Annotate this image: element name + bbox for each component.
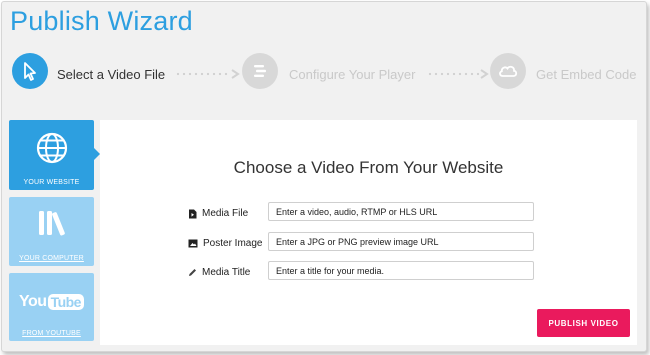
chevron-right-icon <box>231 69 240 79</box>
chevron-right-icon <box>480 69 489 79</box>
media-file-input[interactable] <box>268 202 534 221</box>
step-connector <box>427 72 481 76</box>
field-label: Media Title <box>202 267 251 278</box>
media-title-label: Media Title <box>188 267 250 278</box>
field-label: Media File <box>202 208 249 219</box>
tab-from-youtube[interactable]: You Tube FROM YOUTUBE <box>9 273 94 341</box>
poster-image-label: Poster Image <box>188 238 262 249</box>
youtube-logo-you: You <box>19 293 47 310</box>
cursor-icon[interactable] <box>12 53 48 89</box>
page-title: Publish Wizard <box>10 6 193 36</box>
media-title-input[interactable] <box>268 261 534 280</box>
youtube-logo-tube: Tube <box>47 294 84 310</box>
tab-your-computer[interactable]: YOUR COMPUTER <box>9 197 94 266</box>
step-configure-player: Configure Your Player <box>289 67 416 82</box>
image-icon <box>188 239 198 248</box>
cloud-icon <box>490 53 526 89</box>
library-icon <box>38 211 65 236</box>
file-icon <box>189 209 197 218</box>
pencil-icon <box>189 269 196 276</box>
panel-heading: Choose a Video From Your Website <box>233 158 504 177</box>
publish-video-button[interactable]: PUBLISH VIDEO <box>537 309 630 337</box>
youtube-icon: You Tube <box>19 293 84 311</box>
field-label: Poster Image <box>203 238 263 249</box>
source-panel: Choose a Video From Your Website Media F… <box>100 120 637 345</box>
poster-image-input[interactable] <box>268 232 534 251</box>
step-get-embed: Get Embed Code <box>536 67 637 82</box>
tab-label[interactable]: FROM YOUTUBE <box>9 330 94 337</box>
step-connector <box>175 72 231 76</box>
menu-lines-icon <box>242 53 278 89</box>
step-select-video[interactable]: Select a Video File <box>57 67 165 82</box>
tab-label[interactable]: YOUR COMPUTER <box>9 255 94 262</box>
tab-your-website[interactable]: YOUR WEBSITE <box>9 120 94 190</box>
globe-icon <box>36 132 67 164</box>
media-file-label: Media File <box>188 208 248 219</box>
tab-label: YOUR WEBSITE <box>23 179 80 186</box>
publish-wizard-window: Publish Wizard Select a Video File Confi… <box>1 1 647 352</box>
